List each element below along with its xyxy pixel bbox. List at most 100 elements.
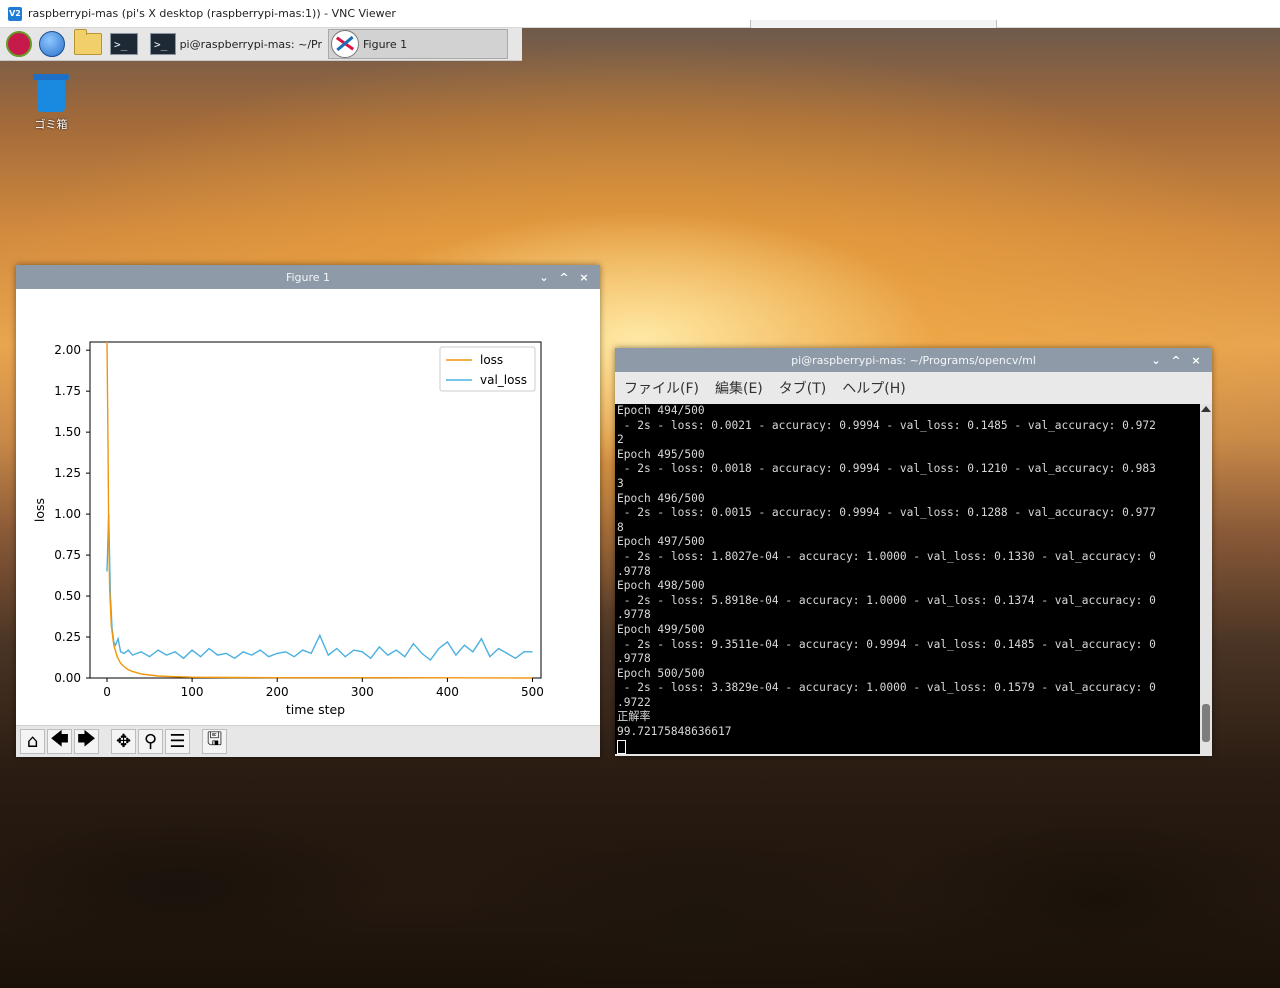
- configure-subplots-icon: ☰: [169, 731, 186, 752]
- home-button[interactable]: ⌂: [20, 729, 45, 754]
- x-tick-label: 400: [436, 685, 459, 699]
- file-manager-button[interactable]: [74, 29, 102, 58]
- terminal-window-title: pi@raspberrypi-mas: ~/Programs/opencv/ml: [791, 353, 1036, 367]
- x-tick-label: 0: [103, 685, 111, 699]
- figure-window: Figure 1 ⌄ ^ × 0.00 0.25 0.50 0.75 1.00 1.25 1…: [16, 265, 600, 757]
- taskbar-task-label: Figure 1: [363, 37, 408, 51]
- pan-icon: ✥: [115, 731, 132, 752]
- menu-help[interactable]: ヘルプ(H): [842, 378, 905, 398]
- trash-icon: [33, 74, 69, 112]
- menu-tabs[interactable]: タブ(T): [779, 378, 826, 398]
- terminal-line: 3: [617, 476, 624, 490]
- home-icon: ⌂: [26, 731, 39, 752]
- y-tick-label: 1.00: [54, 507, 81, 521]
- minimize-button[interactable]: ⌄: [1146, 354, 1166, 367]
- y-tick-label: 0.75: [54, 548, 81, 562]
- vnc-logo-icon: V2: [8, 6, 22, 21]
- zoom-icon: ⚲: [143, 731, 158, 752]
- save-icon: 🖫: [206, 728, 223, 750]
- figure-window-title: Figure 1: [285, 270, 331, 284]
- web-browser-button[interactable]: [38, 30, 66, 58]
- y-tick-label: 1.25: [54, 466, 81, 480]
- close-button[interactable]: ×: [574, 271, 594, 284]
- figure-toolbar: ⌂ 🡄 🡆 ✥ ⚲ ☰ 🖫: [16, 725, 600, 757]
- x-tick-label: 500: [521, 685, 544, 699]
- menu-file[interactable]: ファイル(F): [624, 378, 699, 398]
- terminal-cursor: [617, 739, 626, 754]
- terminal-line: - 2s - loss: 0.0021 - accuracy: 0.9994 -…: [617, 418, 1156, 432]
- legend-label-val-loss: val_loss: [480, 373, 527, 387]
- raspberry-pi-menu-button[interactable]: [5, 30, 33, 58]
- plot-frame: [89, 341, 542, 679]
- terminal-line: Epoch 494/500: [617, 404, 705, 417]
- terminal-line: - 2s - loss: 0.0015 - accuracy: 0.9994 -…: [617, 506, 1156, 520]
- figure-window-titlebar[interactable]: Figure 1 ⌄ ^ ×: [16, 265, 600, 289]
- maximize-button[interactable]: ^: [1166, 354, 1186, 367]
- save-button[interactable]: 🖫: [202, 729, 227, 754]
- legend-label-loss: loss: [480, 353, 503, 367]
- file-manager-icon: [74, 29, 102, 55]
- y-tick-label: 1.50: [54, 425, 81, 439]
- terminal-line: 正解率: [617, 710, 651, 724]
- loss-chart: 0.00 0.25 0.50 0.75 1.00 1.25 1.50 1.75 2.00 0 100…: [32, 341, 544, 717]
- y-axis-label: loss: [32, 498, 47, 522]
- pan-button[interactable]: ✥: [111, 729, 136, 754]
- terminal-line: - 2s - loss: 3.3829e-04 - accuracy: 1.00…: [617, 681, 1156, 695]
- minimize-button[interactable]: ⌄: [534, 271, 554, 284]
- terminal-line: - 2s - loss: 9.3511e-04 - accuracy: 0.99…: [617, 637, 1156, 651]
- vnc-window-title: raspberrypi-mas (pi's X desktop (raspber…: [28, 7, 396, 20]
- terminal-line: Epoch 495/500: [617, 447, 705, 461]
- terminal-line: - 2s - loss: 5.8918e-04 - accuracy: 1.00…: [617, 593, 1156, 607]
- back-arrow-icon: 🡄: [50, 728, 69, 750]
- y-tick-label: 0.50: [54, 589, 81, 603]
- trash-label: ゴミ箱: [34, 118, 68, 131]
- terminal-line: Epoch 500/500: [617, 666, 705, 680]
- terminal-line: Epoch 496/500: [617, 491, 705, 505]
- x-axis-label: time step: [286, 702, 345, 717]
- configure-subplots-button[interactable]: ☰: [165, 729, 190, 754]
- close-button[interactable]: ×: [1186, 354, 1206, 367]
- terminal-icon: >_: [110, 33, 138, 55]
- raspberry-pi-menu-icon: [6, 31, 32, 57]
- taskbar-task-figure[interactable]: Figure 1: [328, 29, 508, 59]
- terminal-output[interactable]: Epoch 494/500 - 2s - loss: 0.0021 - accu…: [615, 404, 1200, 754]
- terminal-window: pi@raspberrypi-mas: ~/Programs/opencv/ml…: [615, 348, 1212, 756]
- terminal-line: - 2s - loss: 0.0018 - accuracy: 0.9994 -…: [617, 462, 1156, 476]
- trash-desktop-item[interactable]: ゴミ箱: [28, 74, 74, 132]
- terminal-line: .9778: [617, 608, 651, 622]
- taskbar-task-terminal[interactable]: >_ pi@raspberrypi-mas: ~/Pro...: [148, 29, 328, 59]
- terminal-menubar: ファイル(F) 編集(E) タブ(T) ヘルプ(H): [615, 372, 1212, 404]
- terminal-icon: >_: [150, 33, 176, 55]
- y-tick-label: 1.75: [54, 384, 81, 398]
- x-tick-label: 200: [266, 685, 289, 699]
- zoom-button[interactable]: ⚲: [138, 729, 163, 754]
- back-button[interactable]: 🡄: [47, 729, 72, 754]
- y-tick-label: 2.00: [54, 343, 81, 357]
- terminal-line: 8: [617, 520, 624, 534]
- scroll-up-arrow-icon[interactable]: [1201, 406, 1211, 412]
- maximize-button[interactable]: ^: [554, 271, 574, 284]
- forward-arrow-icon: 🡆: [77, 728, 96, 750]
- terminal-line: Epoch 497/500: [617, 535, 705, 549]
- figure-canvas[interactable]: 0.00 0.25 0.50 0.75 1.00 1.25 1.50 1.75 2.00 0 100…: [16, 289, 600, 725]
- terminal-scrollbar[interactable]: [1200, 404, 1212, 754]
- terminal-line: .9778: [617, 652, 651, 666]
- terminal-line: .9722: [617, 695, 651, 709]
- y-tick-label: 0.00: [54, 671, 81, 685]
- desktop-trees: [0, 768, 1280, 988]
- terminal-launcher-button[interactable]: >_: [110, 30, 138, 58]
- forward-button[interactable]: 🡆: [74, 729, 99, 754]
- y-tick-label: 0.25: [54, 630, 81, 644]
- figure-app-icon: [331, 30, 359, 58]
- terminal-prompt-line: [617, 739, 1200, 754]
- x-tick-label: 300: [351, 685, 374, 699]
- terminal-line: - 2s - loss: 1.8027e-04 - accuracy: 1.00…: [617, 549, 1156, 563]
- terminal-line: Epoch 498/500: [617, 579, 705, 593]
- web-browser-icon: [39, 31, 65, 57]
- scrollbar-thumb[interactable]: [1202, 704, 1210, 742]
- terminal-line: Epoch 499/500: [617, 622, 705, 636]
- terminal-line: .9778: [617, 564, 651, 578]
- vnc-title-bar: V2 raspberrypi-mas (pi's X desktop (rasp…: [0, 0, 1280, 28]
- terminal-window-titlebar[interactable]: pi@raspberrypi-mas: ~/Programs/opencv/ml…: [615, 348, 1212, 372]
- menu-edit[interactable]: 編集(E): [715, 378, 763, 398]
